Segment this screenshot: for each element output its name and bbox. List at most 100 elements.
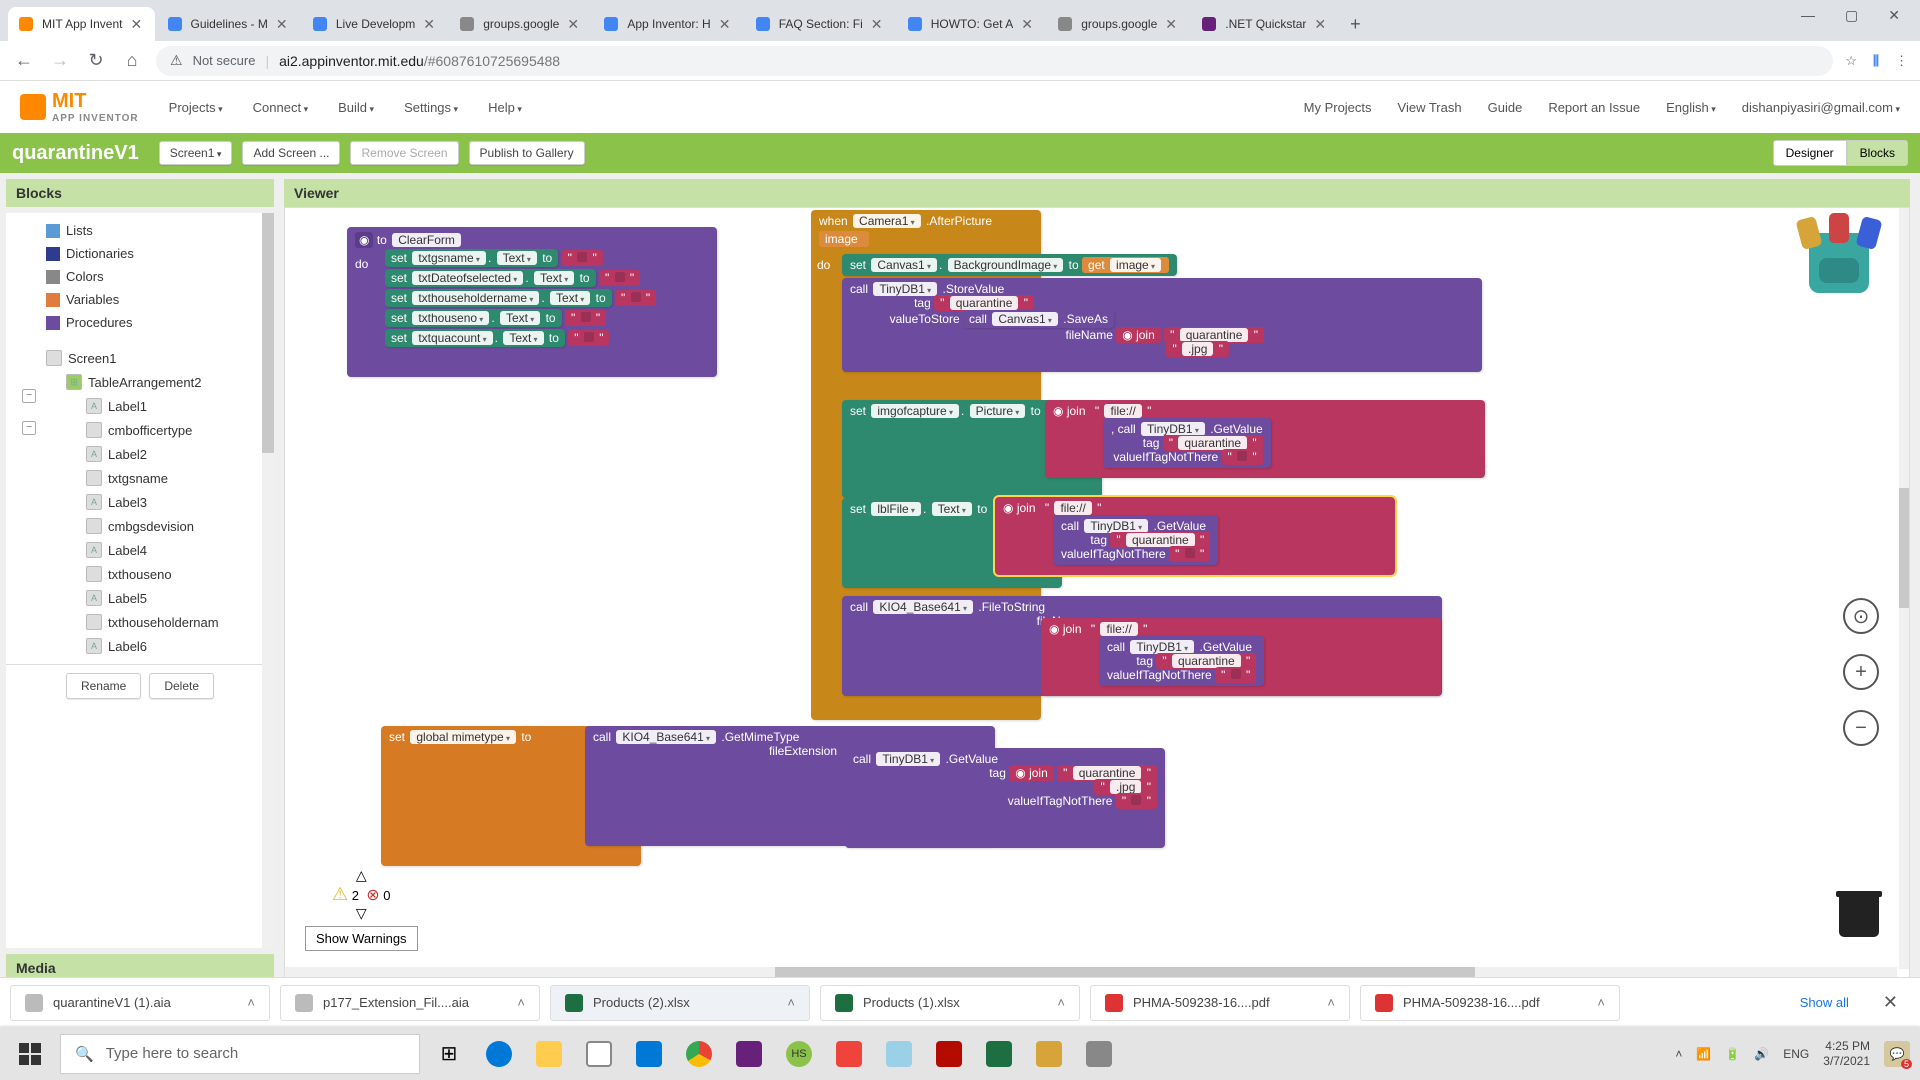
- tree-item[interactable]: txthouseholdernam: [46, 610, 274, 634]
- acrobat-icon[interactable]: [926, 1031, 972, 1077]
- block-join[interactable]: ◉ join " file:// " , call TinyDB1 .GetVa…: [1045, 400, 1485, 478]
- tree-item[interactable]: cmbgsdevision: [46, 514, 274, 538]
- chevron-up-icon[interactable]: ˄: [1057, 995, 1065, 1010]
- my-projects-link[interactable]: My Projects: [1304, 100, 1372, 115]
- chevron-up-icon[interactable]: ˄: [787, 995, 795, 1010]
- browser-tab[interactable]: .NET Quickstar✕: [1191, 7, 1338, 41]
- close-tab-icon[interactable]: ✕: [871, 16, 885, 33]
- browser-tab[interactable]: Guidelines - M✕: [157, 7, 300, 41]
- publish-button[interactable]: Publish to Gallery: [469, 141, 585, 165]
- download-item[interactable]: p177_Extension_Fil....aia˄: [280, 985, 540, 1021]
- browser-tab[interactable]: MIT App Invent✕: [8, 7, 155, 41]
- home-icon[interactable]: ⌂: [120, 50, 144, 71]
- palette-item[interactable]: Colors: [46, 265, 274, 288]
- blocks-tab[interactable]: Blocks: [1847, 140, 1908, 166]
- forward-icon[interactable]: →: [48, 50, 72, 71]
- chevron-up-icon[interactable]: ˄: [247, 995, 255, 1010]
- tree-item[interactable]: ALabel6: [46, 634, 274, 658]
- tray-chevron-icon[interactable]: ˄: [1675, 1047, 1682, 1061]
- maximize-icon[interactable]: ▢: [1845, 7, 1858, 24]
- rename-button[interactable]: Rename: [66, 673, 141, 699]
- tree-item[interactable]: ALabel5: [46, 586, 274, 610]
- remove-screen-button[interactable]: Remove Screen: [350, 141, 458, 165]
- palette-item[interactable]: Dictionaries: [46, 242, 274, 265]
- store-icon[interactable]: [576, 1031, 622, 1077]
- app3-icon[interactable]: [1076, 1031, 1122, 1077]
- mail-icon[interactable]: [626, 1031, 672, 1077]
- browser-tab[interactable]: HOWTO: Get A✕: [897, 7, 1045, 41]
- lang-indicator[interactable]: ENG: [1783, 1047, 1809, 1061]
- add-screen-button[interactable]: Add Screen ...: [242, 141, 340, 165]
- start-button[interactable]: [0, 1027, 60, 1080]
- omnibox[interactable]: ⚠ Not secure | ai2.appinventor.mit.edu/#…: [156, 46, 1833, 76]
- wifi-icon[interactable]: 📶: [1696, 1047, 1711, 1061]
- block-call[interactable]: , call TinyDB1 .GetValue tag " quarantin…: [1103, 418, 1271, 468]
- block-procedure[interactable]: ◉ to ClearForm do set txtgsname. Text to…: [347, 227, 717, 377]
- block-call[interactable]: call TinyDB1 .GetValue tag " quarantine …: [1053, 515, 1218, 565]
- language-dropdown[interactable]: English: [1666, 100, 1716, 115]
- browser-tab[interactable]: Live Developm✕: [302, 7, 447, 41]
- menu-projects[interactable]: Projects: [169, 100, 223, 115]
- backpack-icon[interactable]: [1789, 213, 1889, 303]
- app2-icon[interactable]: [1026, 1031, 1072, 1077]
- kebab-icon[interactable]: ⋮: [1895, 53, 1908, 69]
- report-link[interactable]: Report an Issue: [1548, 100, 1640, 115]
- tree-screen[interactable]: Screen1: [46, 346, 274, 370]
- h-scrollbar[interactable]: [285, 967, 1897, 977]
- block-join-selected[interactable]: ◉ join " file:// " call TinyDB1 .GetValu…: [995, 497, 1395, 575]
- close-downloads-icon[interactable]: ✕: [1871, 992, 1910, 1013]
- close-tab-icon[interactable]: ✕: [423, 16, 437, 33]
- browser-tab[interactable]: groups.google✕: [1047, 7, 1189, 41]
- tree-item[interactable]: ALabel4: [46, 538, 274, 562]
- block-set[interactable]: set txtquacount. Text to " ": [385, 329, 709, 347]
- designer-tab[interactable]: Designer: [1773, 140, 1847, 166]
- tree-table[interactable]: ⊞TableArrangement2: [46, 370, 274, 394]
- extension-icon[interactable]: ⫼: [1873, 53, 1879, 69]
- scrollbar-thumb[interactable]: [262, 213, 274, 453]
- v-scrollbar[interactable]: [1899, 208, 1909, 969]
- vs-icon[interactable]: [726, 1031, 772, 1077]
- back-icon[interactable]: ←: [12, 50, 36, 71]
- close-window-icon[interactable]: ✕: [1888, 7, 1900, 24]
- block-call[interactable]: call TinyDB1 .GetValue tag " quarantine …: [1099, 636, 1264, 686]
- view-trash-link[interactable]: View Trash: [1398, 100, 1462, 115]
- palette-item[interactable]: Lists: [46, 219, 274, 242]
- block-call[interactable]: call TinyDB1 .StoreValue tag " quarantin…: [842, 278, 1482, 372]
- tree-item[interactable]: txthouseno: [46, 562, 274, 586]
- menu-settings[interactable]: Settings: [404, 100, 458, 115]
- delete-button[interactable]: Delete: [149, 673, 214, 699]
- user-dropdown[interactable]: dishanpiyasiri@gmail.com: [1742, 100, 1900, 115]
- block-set[interactable]: set Canvas1. BackgroundImage to get imag…: [842, 254, 1177, 276]
- block-set[interactable]: set txthouseholdername. Text to " ": [385, 289, 709, 307]
- close-tab-icon[interactable]: ✕: [1314, 16, 1328, 33]
- tree-item[interactable]: cmbofficertype: [46, 418, 274, 442]
- block-set[interactable]: set txthouseno. Text to " ": [385, 309, 709, 327]
- show-warnings-button[interactable]: Show Warnings: [305, 926, 418, 951]
- chevron-up-icon[interactable]: ˄: [517, 995, 525, 1010]
- taskbar-search[interactable]: 🔍 Type here to search: [60, 1034, 420, 1074]
- close-tab-icon[interactable]: ✕: [276, 16, 290, 33]
- show-all-link[interactable]: Show all: [1788, 989, 1861, 1016]
- excel-icon[interactable]: [976, 1031, 1022, 1077]
- download-item[interactable]: PHMA-509238-16....pdf˄: [1360, 985, 1620, 1021]
- close-tab-icon[interactable]: ✕: [567, 16, 581, 33]
- zoom-out-icon[interactable]: −: [1843, 710, 1879, 746]
- menu-connect[interactable]: Connect: [253, 100, 308, 115]
- task-view-icon[interactable]: ⊞: [426, 1031, 472, 1077]
- warnings-widget[interactable]: △ ⚠ 2 ⊗ 0 ▽ Show Warnings: [305, 867, 418, 951]
- download-item[interactable]: quarantineV1 (1).aia˄: [10, 985, 270, 1021]
- close-tab-icon[interactable]: ✕: [719, 16, 733, 33]
- anydesk-icon[interactable]: [826, 1031, 872, 1077]
- menu-build[interactable]: Build: [338, 100, 374, 115]
- explorer-icon[interactable]: [526, 1031, 572, 1077]
- viewer-canvas[interactable]: ◉ to ClearForm do set txtgsname. Text to…: [284, 207, 1910, 982]
- close-tab-icon[interactable]: ✕: [1021, 16, 1035, 33]
- volume-icon[interactable]: 🔊: [1754, 1047, 1769, 1061]
- palette-item[interactable]: Variables: [46, 288, 274, 311]
- trash-icon[interactable]: [1839, 891, 1879, 941]
- collapse-icon[interactable]: −: [22, 421, 36, 435]
- screen-dropdown[interactable]: Screen1: [159, 141, 233, 165]
- tree-item[interactable]: ALabel2: [46, 442, 274, 466]
- notepad-icon[interactable]: [876, 1031, 922, 1077]
- block-set[interactable]: set txtgsname. Text to " ": [385, 249, 709, 267]
